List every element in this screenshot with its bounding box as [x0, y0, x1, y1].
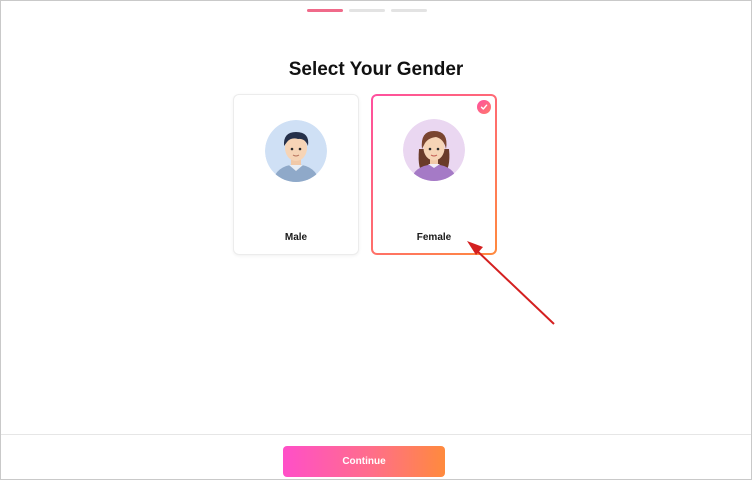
app-window: Select Your Gender Male Female	[0, 0, 752, 480]
continue-button[interactable]: Continue	[283, 446, 445, 477]
annotation-arrow	[467, 241, 555, 325]
